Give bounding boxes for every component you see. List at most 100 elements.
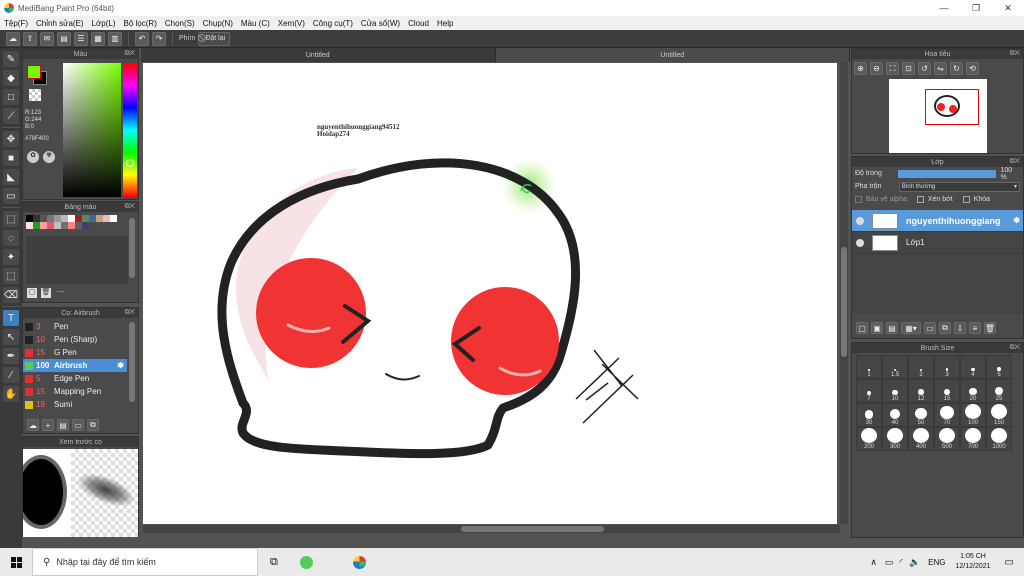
brush-size-option[interactable]: 500 [934,427,960,451]
palette-swatch[interactable] [47,222,54,229]
palette-swatch[interactable] [26,222,33,229]
clipping-checkbox[interactable] [916,196,924,203]
brush-size-option[interactable]: 100 [960,403,986,427]
brush-size-option[interactable]: 200 [856,427,882,451]
bucket-tool-icon[interactable]: ◣ [3,169,19,185]
menu-layer[interactable]: Lớp(L) [88,19,120,28]
layer-row[interactable]: nguyenthihuonggiang ✱ [852,210,1023,232]
eyedropper-icon[interactable]: ⁄ [3,367,19,383]
new-color-layer-icon[interactable]: ▣ [871,322,883,334]
foreground-color[interactable] [27,65,41,79]
palette-swatch[interactable] [47,215,54,222]
brush-size-option[interactable]: 1000 [986,427,1012,451]
palette-scrollbar[interactable] [129,218,135,278]
brush-size-option[interactable]: 3 [934,355,960,379]
share-icon[interactable]: ⇪ [23,31,37,46]
brush-cloud-icon[interactable]: ☁ [27,419,39,431]
layer-folder-icon[interactable]: ▭ [924,322,936,334]
rotate-left-icon[interactable]: ↺ [918,62,931,75]
menu-window[interactable]: Cửa sổ(W) [357,19,404,28]
opacity-slider[interactable] [898,169,997,178]
rotate-right-icon[interactable]: ↻ [950,62,963,75]
taskbar-search[interactable]: ⚲ Nhập tại đây để tìm kiếm [32,548,258,576]
menu-cloud[interactable]: Cloud [404,19,433,28]
duplicate-layer-icon[interactable]: ⧉ [939,322,951,334]
brush-size-option[interactable]: 12 [908,379,934,403]
medibang-taskbar-icon[interactable] [352,555,366,569]
brush-size-option[interactable]: 700 [960,427,986,451]
new-layer-icon[interactable]: ▢ [856,322,868,334]
menu-file[interactable]: Tệp(F) [0,19,32,28]
menu-edit[interactable]: Chỉnh sửa(E) [32,19,88,28]
minimize-button[interactable]: — [928,0,960,16]
transparent-swatch[interactable] [29,89,41,101]
menu-filter[interactable]: Bộ lọc(R) [120,19,161,28]
palette-swatch[interactable] [89,215,96,222]
visibility-icon[interactable] [856,216,864,225]
brush-size-option[interactable]: 2 [908,355,934,379]
brush-size-option[interactable]: 300 [882,427,908,451]
grid-icon[interactable]: ▦ [91,31,105,46]
list-icon[interactable]: ☰ [74,31,88,46]
undo-icon[interactable]: ↶ [135,31,149,46]
palette-swatch[interactable] [40,222,47,229]
brush-size-option[interactable]: 7 [856,379,882,403]
brush-size-option[interactable]: 10 [882,379,908,403]
merge-layer-icon[interactable]: ⇩ [954,322,966,334]
language-indicator[interactable]: ENG [928,558,945,567]
pen-tool-icon[interactable]: ✒ [3,348,19,364]
palette-swatch[interactable] [26,215,33,222]
palette-swatch[interactable] [40,215,47,222]
menu-select[interactable]: Chọn(S) [161,19,199,28]
hue-slider[interactable] [123,63,137,197]
brush-size-option[interactable]: 150 [986,403,1012,427]
menu-color[interactable]: Màu (C) [237,19,274,28]
palette-swatch[interactable] [110,215,117,222]
brush-item[interactable]: 19 Sumi [23,398,127,411]
brush-folder-icon[interactable]: ▭ [72,419,84,431]
tray-chevron-icon[interactable]: ∧ [870,557,877,568]
page-icon[interactable]: ▤ [57,31,71,46]
palette-swatch[interactable] [61,215,68,222]
select-eraser-icon[interactable]: ⌫ [3,287,19,303]
panel-menu-icon[interactable]: ⧉✕ [125,309,135,317]
palette-swatch[interactable] [75,222,82,229]
canvas-horizontal-scrollbar[interactable] [143,525,840,533]
layer-row[interactable]: Lớp1 [852,232,1023,254]
magic-wand-icon[interactable]: ✦ [3,249,19,265]
volume-icon[interactable]: 🔈 [909,557,920,568]
reset-button[interactable]: ⃠Đặt lại [198,31,231,46]
menu-tools[interactable]: Công cụ(T) [309,19,357,28]
select-pen-icon[interactable]: ⬚ [3,268,19,284]
move-tool-icon[interactable]: ✥ [3,131,19,147]
rectangle-tool-icon[interactable]: □ [3,89,19,105]
cloud-icon[interactable]: ☁ [6,31,20,46]
clock[interactable]: 1:05 CH 12/12/2021 [956,552,991,572]
blend-select[interactable]: Bình thường ▾ [898,181,1020,192]
protect-alpha-checkbox[interactable] [855,196,862,203]
reset-view-icon[interactable]: ⟲ [966,62,979,75]
palette-swatch[interactable] [54,215,61,222]
brush-size-option[interactable]: 4 [960,355,986,379]
redo-icon[interactable]: ↷ [152,31,166,46]
brush-item[interactable]: 100 Airbrush ✱ [23,359,127,372]
notification-icon[interactable]: ▭ [1005,557,1014,568]
layer-settings-icon[interactable]: ✱ [1013,216,1020,225]
fit-icon[interactable]: ⛶ [886,62,899,75]
brush-size-option[interactable]: 5 [986,355,1012,379]
palette-swatch[interactable] [82,222,89,229]
select-rect-icon[interactable]: ⬚ [3,211,19,227]
brush-item[interactable]: 15 Mapping Pen [23,385,127,398]
app-green-icon[interactable] [299,555,313,569]
panel-menu-icon[interactable]: ⧉✕ [125,50,135,58]
close-button[interactable]: ✕ [992,0,1024,16]
new-halftone-layer-icon[interactable]: ▤ [886,322,898,334]
panel-menu-icon[interactable]: ⧉✕ [1010,50,1020,58]
maximize-button[interactable]: ❐ [960,0,992,16]
drawing-canvas[interactable]: nguyenthihuonggiang94512 Hoidap274 [143,63,837,524]
brush-copy-icon[interactable]: ⧉ [87,419,99,431]
brush-item[interactable]: 3 Pen [23,320,127,333]
palette-swatch[interactable] [54,222,61,229]
brush-size-option[interactable]: 20 [960,379,986,403]
brush-item[interactable]: 10 Pen (Sharp) [23,333,127,346]
